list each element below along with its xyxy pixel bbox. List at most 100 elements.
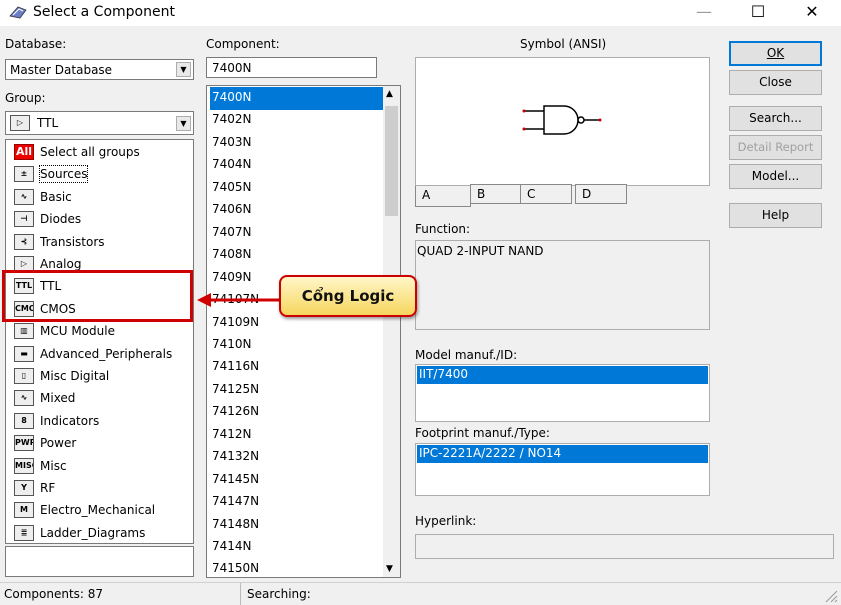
minimize-button[interactable]: — (681, 0, 727, 26)
group-item[interactable]: ▥ MCU Module (9, 320, 193, 342)
tab-c[interactable]: C (520, 184, 572, 204)
scroll-down-icon[interactable]: ▼ (386, 564, 393, 574)
indicator-icon: 8 (14, 412, 34, 429)
group-item[interactable]: ∿ Mixed (9, 387, 193, 409)
hyperlink-label: Hyperlink: (415, 514, 477, 528)
multisim-app-icon (9, 6, 27, 19)
group-item[interactable]: ▯ Misc Digital (9, 365, 193, 387)
scroll-up-icon[interactable]: ▲ (386, 89, 393, 99)
component-item[interactable]: 74150N (210, 558, 383, 577)
component-item[interactable]: 74148N (210, 514, 383, 537)
component-item[interactable]: 7414N (210, 536, 383, 559)
group-item[interactable]: ▬ Advanced_Peripherals (9, 343, 193, 365)
help-button[interactable]: Help (729, 203, 822, 228)
group-item[interactable]: ⊰ Transistors (9, 231, 193, 253)
antenna-icon: Y (14, 480, 34, 496)
status-bar: Components: 87 Searching: (0, 582, 841, 605)
group-item[interactable]: PWR Power (9, 432, 193, 454)
ok-button[interactable]: OK (729, 41, 822, 66)
power-icon: PWR (14, 435, 34, 452)
title-bar: Select a Component — ☐ ✕ (0, 0, 841, 26)
component-item[interactable]: 7402N (210, 109, 383, 132)
misc-digital-icon: ▯ (14, 368, 34, 384)
tab-b[interactable]: B (470, 184, 522, 204)
search-button[interactable]: Search... (729, 106, 822, 131)
group-filter-field[interactable] (5, 546, 194, 577)
group-label: Group: (5, 91, 46, 105)
component-item[interactable]: 7404N (210, 154, 383, 177)
display-icon: ▬ (14, 345, 34, 362)
chip-icon: ▥ (14, 323, 34, 340)
component-item[interactable]: 74145N (210, 469, 383, 492)
component-item[interactable]: 7400N (210, 87, 383, 110)
footprint-item[interactable]: IPC-2221A/2222 / NO14 (417, 445, 708, 463)
component-item[interactable]: 74125N (210, 379, 383, 402)
model-item[interactable]: IIT/7400 (417, 366, 708, 384)
database-select[interactable]: Master Database ▼ (5, 59, 194, 80)
hyperlink-field[interactable] (415, 534, 834, 559)
group-item-label: Sources (38, 165, 89, 184)
transistor-icon: ⊰ (14, 233, 34, 250)
group-item[interactable]: Y RF (9, 477, 193, 499)
component-item[interactable]: 7412N (210, 424, 383, 447)
component-item[interactable]: 7403N (210, 132, 383, 155)
database-value: Master Database (10, 63, 113, 77)
group-item-label: Advanced_Peripherals (40, 346, 173, 361)
component-list[interactable]: ▲ ▼ 7400N 7402N 7403N 7404N 7405N 7406N 7407N 7… (206, 85, 401, 578)
footprint-list[interactable]: IPC-2221A/2222 / NO14 (415, 443, 710, 496)
detail-report-button[interactable]: Detail Report (729, 135, 822, 160)
component-item[interactable]: 74132N (210, 446, 383, 469)
tab-d[interactable]: D (575, 184, 627, 204)
model-button[interactable]: Model... (729, 164, 822, 189)
component-search-input[interactable]: 7400N (206, 57, 377, 78)
group-item[interactable]: All Select all groups (9, 141, 193, 163)
group-item[interactable]: M Electro_Mechanical (9, 499, 193, 521)
motor-icon: M (14, 502, 34, 519)
component-search-value: 7400N (212, 61, 252, 75)
maximize-button[interactable]: ☐ (735, 0, 781, 26)
component-item[interactable]: 7410N (210, 334, 383, 357)
searching-status: Searching: (247, 587, 311, 601)
group-select[interactable]: ▷ TTL ▼ (5, 111, 194, 135)
component-item[interactable]: 7407N (210, 222, 383, 245)
group-item[interactable]: ⊣ Diodes (9, 208, 193, 230)
group-item-label: Power (40, 436, 77, 451)
group-item-label: Misc (40, 458, 67, 473)
component-item[interactable]: 74116N (210, 356, 383, 379)
all-icon: All (14, 144, 34, 160)
component-item[interactable]: 7406N (210, 199, 383, 222)
group-item[interactable]: MISC Misc (9, 455, 193, 477)
tab-a[interactable]: A (415, 186, 471, 207)
resize-grip-icon[interactable] (823, 588, 838, 603)
group-item-label: MCU Module (40, 324, 115, 339)
resistor-icon: ∿ (14, 188, 34, 205)
diode-icon: ⊣ (14, 211, 34, 228)
symbol-preview (415, 57, 710, 186)
scrollbar-thumb[interactable] (385, 106, 398, 216)
chevron-down-icon[interactable]: ▼ (176, 116, 191, 131)
group-list[interactable]: All Select all groups ± Sources ∿ Basic ⊣ Diode… (5, 139, 194, 544)
group-item[interactable]: ∿ Basic (9, 186, 193, 208)
group-item-label: Indicators (40, 413, 100, 428)
model-list[interactable]: IIT/7400 (415, 364, 710, 422)
component-label: Component: (206, 37, 280, 51)
component-item[interactable]: 7405N (210, 177, 383, 200)
component-scrollbar[interactable]: ▲ ▼ (383, 86, 400, 577)
group-value: TTL (37, 116, 59, 130)
group-item-label: Electro_Mechanical (40, 503, 156, 518)
group-item[interactable]: 8 Indicators (9, 410, 193, 432)
group-item[interactable]: ± Sources (9, 163, 193, 185)
close-button[interactable]: Close (729, 70, 822, 95)
group-item-label: Diodes (40, 212, 82, 227)
component-item[interactable]: 74147N (210, 491, 383, 514)
misc-icon: MISC (14, 457, 34, 474)
group-item-label: Select all groups (40, 145, 140, 159)
group-item-label: Transistors (40, 234, 105, 249)
chevron-down-icon[interactable]: ▼ (176, 62, 191, 77)
callout-arrow (197, 293, 281, 307)
nand-gate-symbol (522, 105, 602, 135)
component-item[interactable]: 7408N (210, 244, 383, 267)
close-window-button[interactable]: ✕ (789, 0, 835, 26)
component-item[interactable]: 74126N (210, 401, 383, 424)
group-item[interactable]: ≣ Ladder_Diagrams (9, 522, 193, 543)
